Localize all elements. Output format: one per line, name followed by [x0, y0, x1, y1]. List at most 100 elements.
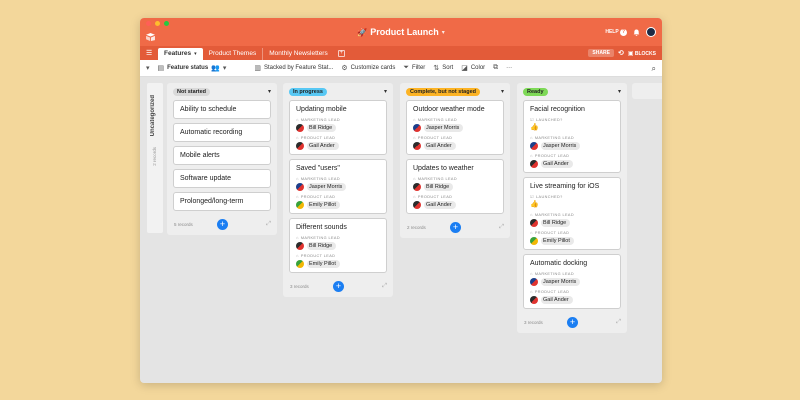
collaborator: Emily Pillot	[296, 260, 380, 268]
filter-button[interactable]: ⏷ Filter	[403, 64, 425, 72]
record-card[interactable]: Saved "users" ⌂ MARKETING LEAD Jasper Mor…	[289, 159, 387, 214]
hamburger-menu-icon[interactable]: ☰	[146, 50, 154, 58]
add-record-button[interactable]: +	[567, 317, 578, 328]
field-label-text: PRODUCT LEAD	[534, 153, 570, 158]
caret-down-icon: ▾	[146, 65, 150, 72]
record-card[interactable]: Automatic docking ⌂ MARKETING LEAD Jasper…	[523, 254, 621, 309]
more-options-button[interactable]: ⧉	[493, 64, 498, 72]
column-ready: Ready ▾ Facial recognition ☑ LAUNCHED? 👍 …	[517, 83, 627, 333]
expand-icon[interactable]: ⤢	[382, 283, 387, 290]
record-card[interactable]: Software update	[173, 169, 271, 188]
close-window-button[interactable]	[146, 21, 151, 26]
add-record-button[interactable]: +	[217, 219, 228, 230]
collaborator: Gail Ander	[413, 201, 497, 209]
record-card[interactable]: Prolonged/long-term	[173, 192, 271, 211]
customize-cards-button[interactable]: ⚙ Customize cards	[341, 64, 395, 72]
person-field-icon: ⌂	[296, 253, 299, 258]
thumbs-up-icon[interactable]: 👍	[530, 124, 614, 132]
share-view-icon: ⧉	[493, 64, 499, 71]
add-record-button[interactable]: +	[450, 222, 461, 233]
field-label: ⌂ MARKETING LEAD	[413, 176, 497, 181]
help-button[interactable]: HELP ?	[605, 28, 627, 36]
chevron-down-icon[interactable]: ▾	[501, 88, 504, 95]
card-title: Different sounds	[296, 224, 347, 231]
tab-monthly-newsletters[interactable]: Monthly Newsletters	[263, 48, 334, 60]
group-uncategorized[interactable]: Uncategorized 2 records	[147, 83, 163, 233]
avatar	[296, 260, 304, 268]
avatar	[413, 124, 421, 132]
collaborator: Bill Ridge	[530, 219, 614, 227]
bell-icon[interactable]	[633, 28, 640, 36]
blocks-button[interactable]: ▣ BLOCKS	[628, 50, 656, 57]
maximize-window-button[interactable]	[164, 21, 169, 26]
card-title: Facial recognition	[530, 106, 585, 113]
status-badge: Ready	[523, 87, 548, 96]
add-table-button[interactable]: +	[337, 50, 345, 57]
tab-product-themes[interactable]: Product Themes	[203, 48, 264, 60]
overflow-menu-button[interactable]: ···	[506, 65, 512, 71]
view-switcher[interactable]: ▤ Feature status 👥 ▾	[158, 64, 227, 72]
record-card[interactable]: Outdoor weather mode ⌂ MARKETING LEAD Jas…	[406, 100, 504, 155]
history-icon[interactable]: ⟲	[618, 49, 624, 57]
chevron-down-icon[interactable]: ▾	[268, 88, 271, 95]
column-header: Ready ▾	[517, 83, 627, 100]
record-count: 5 records	[174, 222, 193, 227]
app-window: 🚀 Product Launch ▾ HELP ? ☰ Features ▾ P…	[140, 18, 662, 383]
sort-button[interactable]: ⇅ Sort	[433, 64, 453, 72]
record-card[interactable]: Automatic recording	[173, 123, 271, 142]
person-field-icon: ⌂	[296, 235, 299, 240]
field-label-text: PRODUCT LEAD	[300, 194, 336, 199]
record-card[interactable]: Different sounds ⌂ MARKETING LEAD Bill Ri…	[289, 218, 387, 273]
sidebar-toggle[interactable]: ▾	[146, 64, 150, 72]
collaborator-name: Emily Pillot	[307, 260, 340, 268]
record-card[interactable]: Mobile alerts	[173, 146, 271, 165]
card-title: Saved "users"	[296, 165, 340, 172]
color-button[interactable]: ◪ Color	[461, 64, 485, 72]
field-label-text: PRODUCT LEAD	[534, 289, 570, 294]
sort-label: Sort	[442, 65, 454, 71]
tabs-bar-actions: SHARE ⟲ ▣ BLOCKS	[588, 49, 656, 57]
thumbs-up-icon[interactable]: 👍	[530, 201, 614, 209]
user-avatar[interactable]	[646, 27, 656, 37]
collaborator-name: Bill Ridge	[541, 219, 571, 227]
expand-icon[interactable]: ⤢	[616, 319, 621, 326]
search-icon[interactable]: ⌕	[652, 64, 656, 74]
gear-icon: ⚙	[341, 65, 348, 72]
title-bar-actions: HELP ?	[605, 27, 656, 37]
collaborator: Emily Pillot	[530, 237, 614, 245]
person-field-icon: ⌂	[296, 194, 299, 199]
tab-features[interactable]: Features ▾	[158, 48, 203, 60]
base-title[interactable]: 🚀 Product Launch ▾	[140, 27, 662, 37]
field-label: ⌂ MARKETING LEAD	[530, 271, 614, 276]
stacked-by-button[interactable]: ▥ Stacked by Feature Stat...	[254, 64, 333, 72]
person-field-icon: ⌂	[413, 135, 416, 140]
record-card[interactable]: Live streaming for iOS ☑ LAUNCHED? 👍 ⌂ MAR…	[523, 177, 621, 250]
stack-icon: ▥	[254, 65, 262, 72]
chevron-down-icon[interactable]: ▾	[384, 88, 387, 95]
record-card[interactable]: Facial recognition ☑ LAUNCHED? 👍 ⌂ MARKETI…	[523, 100, 621, 173]
field-label: ☑ LAUNCHED?	[530, 117, 614, 122]
filter-label: Filter	[411, 65, 426, 71]
expand-icon[interactable]: ⤢	[266, 221, 271, 228]
people-icon: 👥	[211, 65, 220, 72]
field-label: ⌂ MARKETING LEAD	[530, 135, 614, 140]
field-label-text: PRODUCT LEAD	[417, 135, 453, 140]
collaborator: Jasper Morris	[413, 124, 497, 132]
collaborator: Bill Ridge	[296, 242, 380, 250]
collaborator: Gail Ander	[296, 142, 380, 150]
field-label: ⌂ PRODUCT LEAD	[296, 194, 380, 199]
share-button[interactable]: SHARE	[588, 49, 614, 57]
collaborator-name: Bill Ridge	[424, 183, 454, 191]
tab-label: Features	[164, 50, 192, 57]
record-card[interactable]: Updates to weather ⌂ MARKETING LEAD Bill …	[406, 159, 504, 214]
color-icon: ◪	[461, 65, 468, 72]
person-field-icon: ⌂	[530, 230, 533, 235]
add-record-button[interactable]: +	[333, 281, 344, 292]
record-card[interactable]: Updating mobile ⌂ MARKETING LEAD Bill Rid…	[289, 100, 387, 155]
field-label: ⌂ PRODUCT LEAD	[413, 135, 497, 140]
field-label: ⌂ PRODUCT LEAD	[530, 289, 614, 294]
record-card[interactable]: Ability to schedule	[173, 100, 271, 119]
expand-icon[interactable]: ⤢	[499, 224, 504, 231]
minimize-window-button[interactable]	[155, 21, 160, 26]
chevron-down-icon[interactable]: ▾	[618, 88, 621, 95]
